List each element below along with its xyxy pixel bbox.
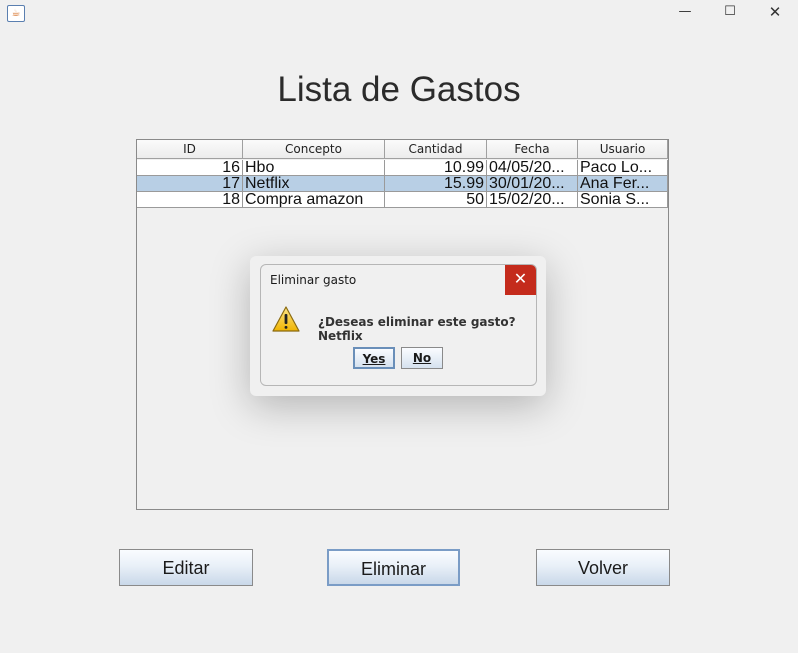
table-row[interactable]: 18 Compra amazon 50 15/02/20... Sonia S.… xyxy=(137,192,668,208)
no-button[interactable]: No xyxy=(401,347,443,369)
window-titlebar: ☕ — ☐ ✕ xyxy=(0,0,798,26)
cell-fecha: 15/02/20... xyxy=(487,192,578,208)
yes-button[interactable]: Yes xyxy=(353,347,395,369)
column-header-concepto[interactable]: Concepto xyxy=(243,140,385,159)
cell-concepto: Hbo xyxy=(243,160,385,176)
close-window-button[interactable]: ✕ xyxy=(752,0,798,26)
cell-id: 16 xyxy=(137,160,243,176)
maximize-button[interactable]: ☐ xyxy=(707,0,753,26)
cell-id: 17 xyxy=(137,176,243,192)
table-row[interactable]: 16 Hbo 10.99 04/05/20... Paco Lo... xyxy=(137,160,668,176)
confirm-delete-dialog: Eliminar gasto ✕ ¿Deseas eliminar este g… xyxy=(260,264,537,386)
cell-concepto: Netflix xyxy=(243,176,385,192)
dialog-close-button[interactable]: ✕ xyxy=(505,265,536,295)
table-header: ID Concepto Cantidad Fecha Usuario xyxy=(137,140,668,160)
cell-cantidad: 10.99 xyxy=(385,160,487,176)
cell-concepto: Compra amazon xyxy=(243,192,385,208)
minimize-button[interactable]: — xyxy=(662,0,708,26)
cell-usuario: Ana Fer... xyxy=(578,176,668,192)
table-row-selected[interactable]: 17 Netflix 15.99 30/01/20... Ana Fer... xyxy=(137,176,668,192)
dialog-message: ¿Deseas eliminar este gasto? Netflix xyxy=(318,315,516,343)
column-header-cantidad[interactable]: Cantidad xyxy=(385,140,487,159)
edit-button[interactable]: Editar xyxy=(119,549,253,586)
delete-button[interactable]: Eliminar xyxy=(327,549,460,586)
cell-cantidad: 15.99 xyxy=(385,176,487,192)
cell-usuario: Sonia S... xyxy=(578,192,668,208)
column-header-fecha[interactable]: Fecha xyxy=(487,140,578,159)
back-button[interactable]: Volver xyxy=(536,549,670,586)
cell-id: 18 xyxy=(137,192,243,208)
java-icon: ☕ xyxy=(7,5,25,22)
dialog-title: Eliminar gasto xyxy=(270,273,357,287)
page-title: Lista de Gastos xyxy=(277,70,521,109)
cell-fecha: 30/01/20... xyxy=(487,176,578,192)
cell-cantidad: 50 xyxy=(385,192,487,208)
cell-fecha: 04/05/20... xyxy=(487,160,578,176)
column-header-usuario[interactable]: Usuario xyxy=(578,140,668,159)
cell-usuario: Paco Lo... xyxy=(578,160,668,176)
column-header-id[interactable]: ID xyxy=(137,140,243,159)
warning-icon xyxy=(272,306,300,332)
